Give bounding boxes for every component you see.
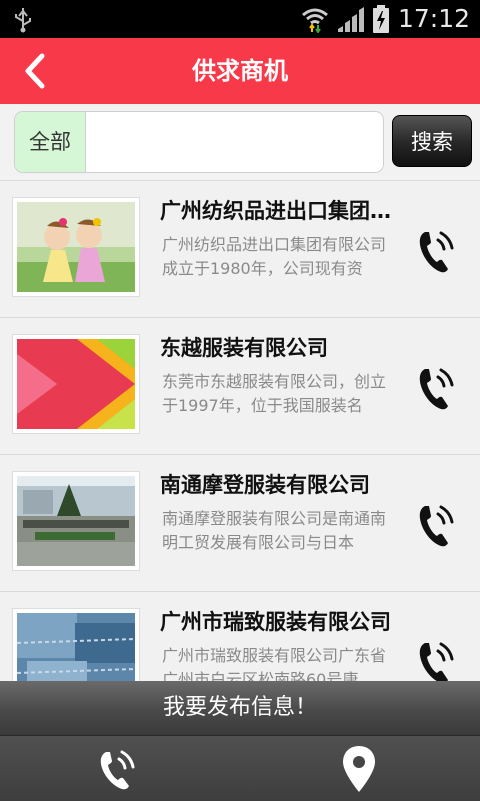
listing-description: 东莞市东越服装有限公司，创立于1997年，位于我国服装名: [162, 372, 387, 415]
page-title: 供求商机: [192, 57, 288, 85]
phone-call-icon[interactable]: [412, 223, 460, 275]
listing-title: 广州市瑞致服装有限公司: [160, 610, 391, 634]
listing-description: 南通摩登服装有限公司是南通南明工贸发展有限公司与日本: [162, 509, 387, 552]
listing-thumbnail: [12, 608, 140, 681]
list-item[interactable]: 东越服装有限公司 东莞市东越服装有限公司，创立于1997年，位于我国服装名: [0, 318, 480, 455]
phone-call-icon[interactable]: [412, 497, 460, 549]
list-item[interactable]: 南通摩登服装有限公司 南通摩登服装有限公司是南通南明工贸发展有限公司与日本: [0, 455, 480, 592]
battery-charging-icon: [373, 5, 389, 33]
title-bar: 供求商机: [0, 38, 480, 104]
listing-description: 广州市瑞致服装有限公司广东省广州市白云区松南路60号康: [162, 646, 387, 681]
search-bar: 全部 搜索: [0, 104, 480, 181]
category-selector[interactable]: 全部: [15, 112, 86, 172]
publish-info-button[interactable]: 我要发布信息！: [0, 681, 480, 735]
signal-icon: [338, 7, 364, 32]
listing-thumbnail: [12, 334, 140, 434]
usb-icon: [15, 8, 31, 33]
status-bar: 17:12: [0, 0, 480, 38]
search-box: 全部: [14, 111, 384, 173]
listing-title: 南通摩登服装有限公司: [160, 473, 370, 497]
clock: 17:12: [398, 4, 471, 33]
location-pin-icon[interactable]: [340, 744, 378, 794]
phone-call-icon[interactable]: [412, 634, 460, 681]
listing-list: 广州纺织品进出口集团有限公司 广州纺织品进出口集团有限公司成立于1980年，公司…: [0, 181, 480, 681]
listing-title: 广州纺织品进出口集团有限公司: [160, 199, 400, 223]
listing-thumbnail: [12, 197, 140, 297]
listing-description: 广州纺织品进出口集团有限公司成立于1980年，公司现有资: [162, 235, 387, 278]
listing-thumbnail: [12, 471, 140, 571]
search-button[interactable]: 搜索: [392, 115, 472, 167]
list-item[interactable]: 广州纺织品进出口集团有限公司 广州纺织品进出口集团有限公司成立于1980年，公司…: [0, 181, 480, 318]
list-item[interactable]: 广州市瑞致服装有限公司 广州市瑞致服装有限公司广东省广州市白云区松南路60号康: [0, 592, 480, 681]
listing-title: 东越服装有限公司: [160, 336, 328, 360]
phone-call-icon[interactable]: [412, 360, 460, 412]
bottom-nav: [0, 735, 480, 801]
wifi-icon: [302, 8, 328, 33]
search-input[interactable]: [86, 112, 383, 172]
phone-call-icon[interactable]: [96, 746, 142, 792]
